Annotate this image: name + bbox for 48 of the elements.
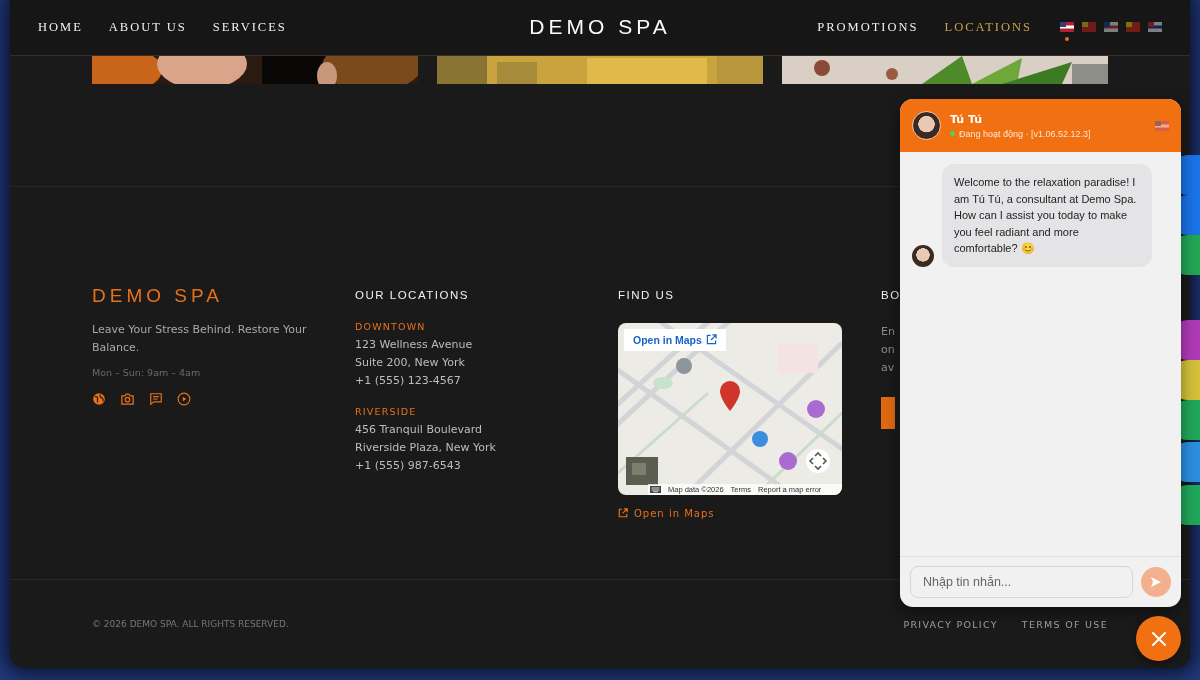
open-in-maps-link[interactable]: Open in Maps — [618, 507, 881, 519]
location-name: RIVERSIDE — [355, 405, 418, 417]
agent-name: Tú Tú — [950, 112, 984, 126]
nav-link[interactable]: LOCATIONS — [944, 19, 1032, 35]
nav-link[interactable]: SERVICES — [212, 19, 287, 35]
message-input[interactable]: Nhập tin nhắn... — [910, 566, 1133, 598]
footer-link[interactable]: TERMS OF USE — [1021, 618, 1108, 630]
link-label[interactable]: Open in Maps — [634, 507, 715, 519]
avatar — [912, 111, 941, 140]
nav-link[interactable]: PROMOTIONS — [817, 19, 919, 35]
avatar — [912, 244, 934, 267]
flag-icon[interactable] — [1060, 22, 1074, 33]
copyright: © 2026 DEMO SPA. ALL RIGHTS RESERVED. — [92, 619, 289, 630]
footer-link[interactable]: PRIVACY POLICY — [903, 618, 998, 630]
address-line: 123 Wellness Avenue — [355, 336, 474, 353]
column-heading: FIND US — [618, 288, 676, 301]
address-line: +1 (555) 987-6543 — [355, 457, 462, 474]
site-logo[interactable]: DEMO SPA — [529, 15, 671, 40]
open-in-maps-button[interactable]: Open in Maps — [624, 328, 726, 351]
camera-icon[interactable] — [120, 391, 135, 406]
nav-link[interactable]: HOME — [38, 19, 83, 35]
play-icon[interactable] — [177, 391, 191, 406]
external-link-icon — [705, 334, 717, 346]
address-line: Riverside Plaza, New York — [355, 439, 497, 456]
text-line: on — [881, 341, 896, 358]
send-icon — [1150, 576, 1162, 588]
address-line: 456 Tranquil Boulevard — [355, 421, 484, 438]
tagline: Leave Your Stress Behind. Restore Your Balance. — [92, 321, 308, 356]
column-heading: BO — [881, 288, 901, 301]
address-line: +1 (555) 123-4567 — [355, 372, 462, 389]
globe-icon[interactable] — [92, 391, 106, 406]
active-indicator — [1065, 37, 1069, 42]
column-heading: OUR LOCATIONS — [355, 288, 470, 301]
address-line: Suite 200, New York — [355, 354, 466, 371]
keyboard-icon[interactable] — [650, 485, 661, 493]
close-icon — [1150, 630, 1167, 647]
message-icon[interactable] — [149, 391, 163, 406]
nav-link[interactable]: ABOUT US — [108, 19, 187, 35]
agent-status: Đang hoạt động · [v1.06.52.12.3] — [959, 128, 1091, 139]
text-line: av — [881, 359, 896, 376]
external-link-icon — [618, 508, 628, 519]
location-name: DOWNTOWN — [355, 320, 427, 332]
booking-button[interactable] — [881, 396, 895, 429]
move-icon[interactable] — [806, 448, 830, 473]
message-bubble: Welcome to the relaxation paradise! I am Tú Tú, a consultant at Demo Spa. How can I assist you today to make you feel radiant and more comfortable? 😊 — [942, 164, 1152, 267]
text-line: En — [881, 323, 896, 340]
opening-hours: Mon – Sun: 9am – 4am — [92, 366, 202, 378]
footer-logo: DEMO SPA — [92, 284, 224, 307]
